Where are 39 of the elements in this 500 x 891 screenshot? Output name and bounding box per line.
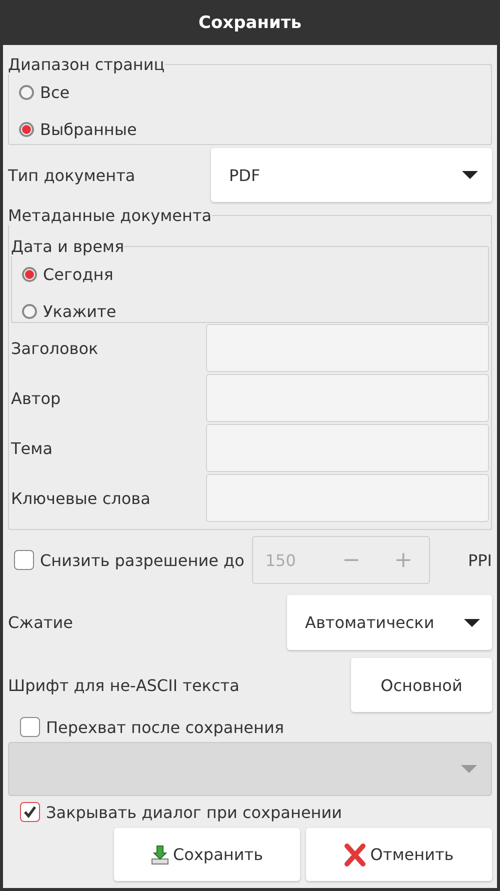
radio-label: Сегодня xyxy=(43,265,114,284)
window-title: Сохранить xyxy=(197,12,303,34)
radio-button[interactable] xyxy=(22,304,37,319)
radio-label: Укажите xyxy=(43,302,116,321)
cancel-button[interactable]: Отменить xyxy=(306,828,492,881)
field-label: Шрифт для не-ASCII текста xyxy=(8,676,240,694)
field-label: Заголовок xyxy=(11,338,98,358)
input-field[interactable] xyxy=(206,424,489,472)
field-label: Тема xyxy=(11,438,52,458)
radio-label: Все xyxy=(40,83,70,102)
checkbox-label: Перехват после сохранения xyxy=(46,718,284,736)
caret-icon xyxy=(462,171,478,179)
group-title: Диапазон страниц xyxy=(8,55,165,74)
caret-icon xyxy=(461,765,477,773)
group-title: Метаданные документа xyxy=(8,206,212,225)
field-label: Тип документа xyxy=(8,166,136,184)
radio-label: Выбранные xyxy=(40,120,137,139)
font-button[interactable]: Основной xyxy=(351,658,492,712)
group-title: Дата и время xyxy=(11,237,124,256)
save-button[interactable]: Сохранить xyxy=(114,828,300,881)
radio-button[interactable] xyxy=(22,267,37,282)
radio-button[interactable] xyxy=(19,85,34,100)
checkbox-label: Закрывать диалог при сохранении xyxy=(46,802,342,822)
checkbox[interactable] xyxy=(20,802,40,822)
checkbox[interactable] xyxy=(20,717,40,737)
field-label: Ключевые слова xyxy=(11,488,150,508)
document-type-dropdown[interactable]: PDF xyxy=(211,148,492,202)
unit-label: PPI xyxy=(468,550,492,570)
field-label: Автор xyxy=(11,388,61,408)
download-icon xyxy=(151,844,169,864)
compression-dropdown[interactable]: Автоматически xyxy=(287,595,492,650)
close-icon xyxy=(344,842,366,866)
caret-icon xyxy=(464,618,480,626)
checkbox-label: Снизить разрешение до xyxy=(40,550,244,570)
radio-button[interactable] xyxy=(19,122,34,137)
field-label: Сжатие xyxy=(8,613,73,632)
input-field[interactable] xyxy=(206,474,489,522)
input-field[interactable] xyxy=(206,324,489,372)
input-field[interactable] xyxy=(206,374,489,422)
